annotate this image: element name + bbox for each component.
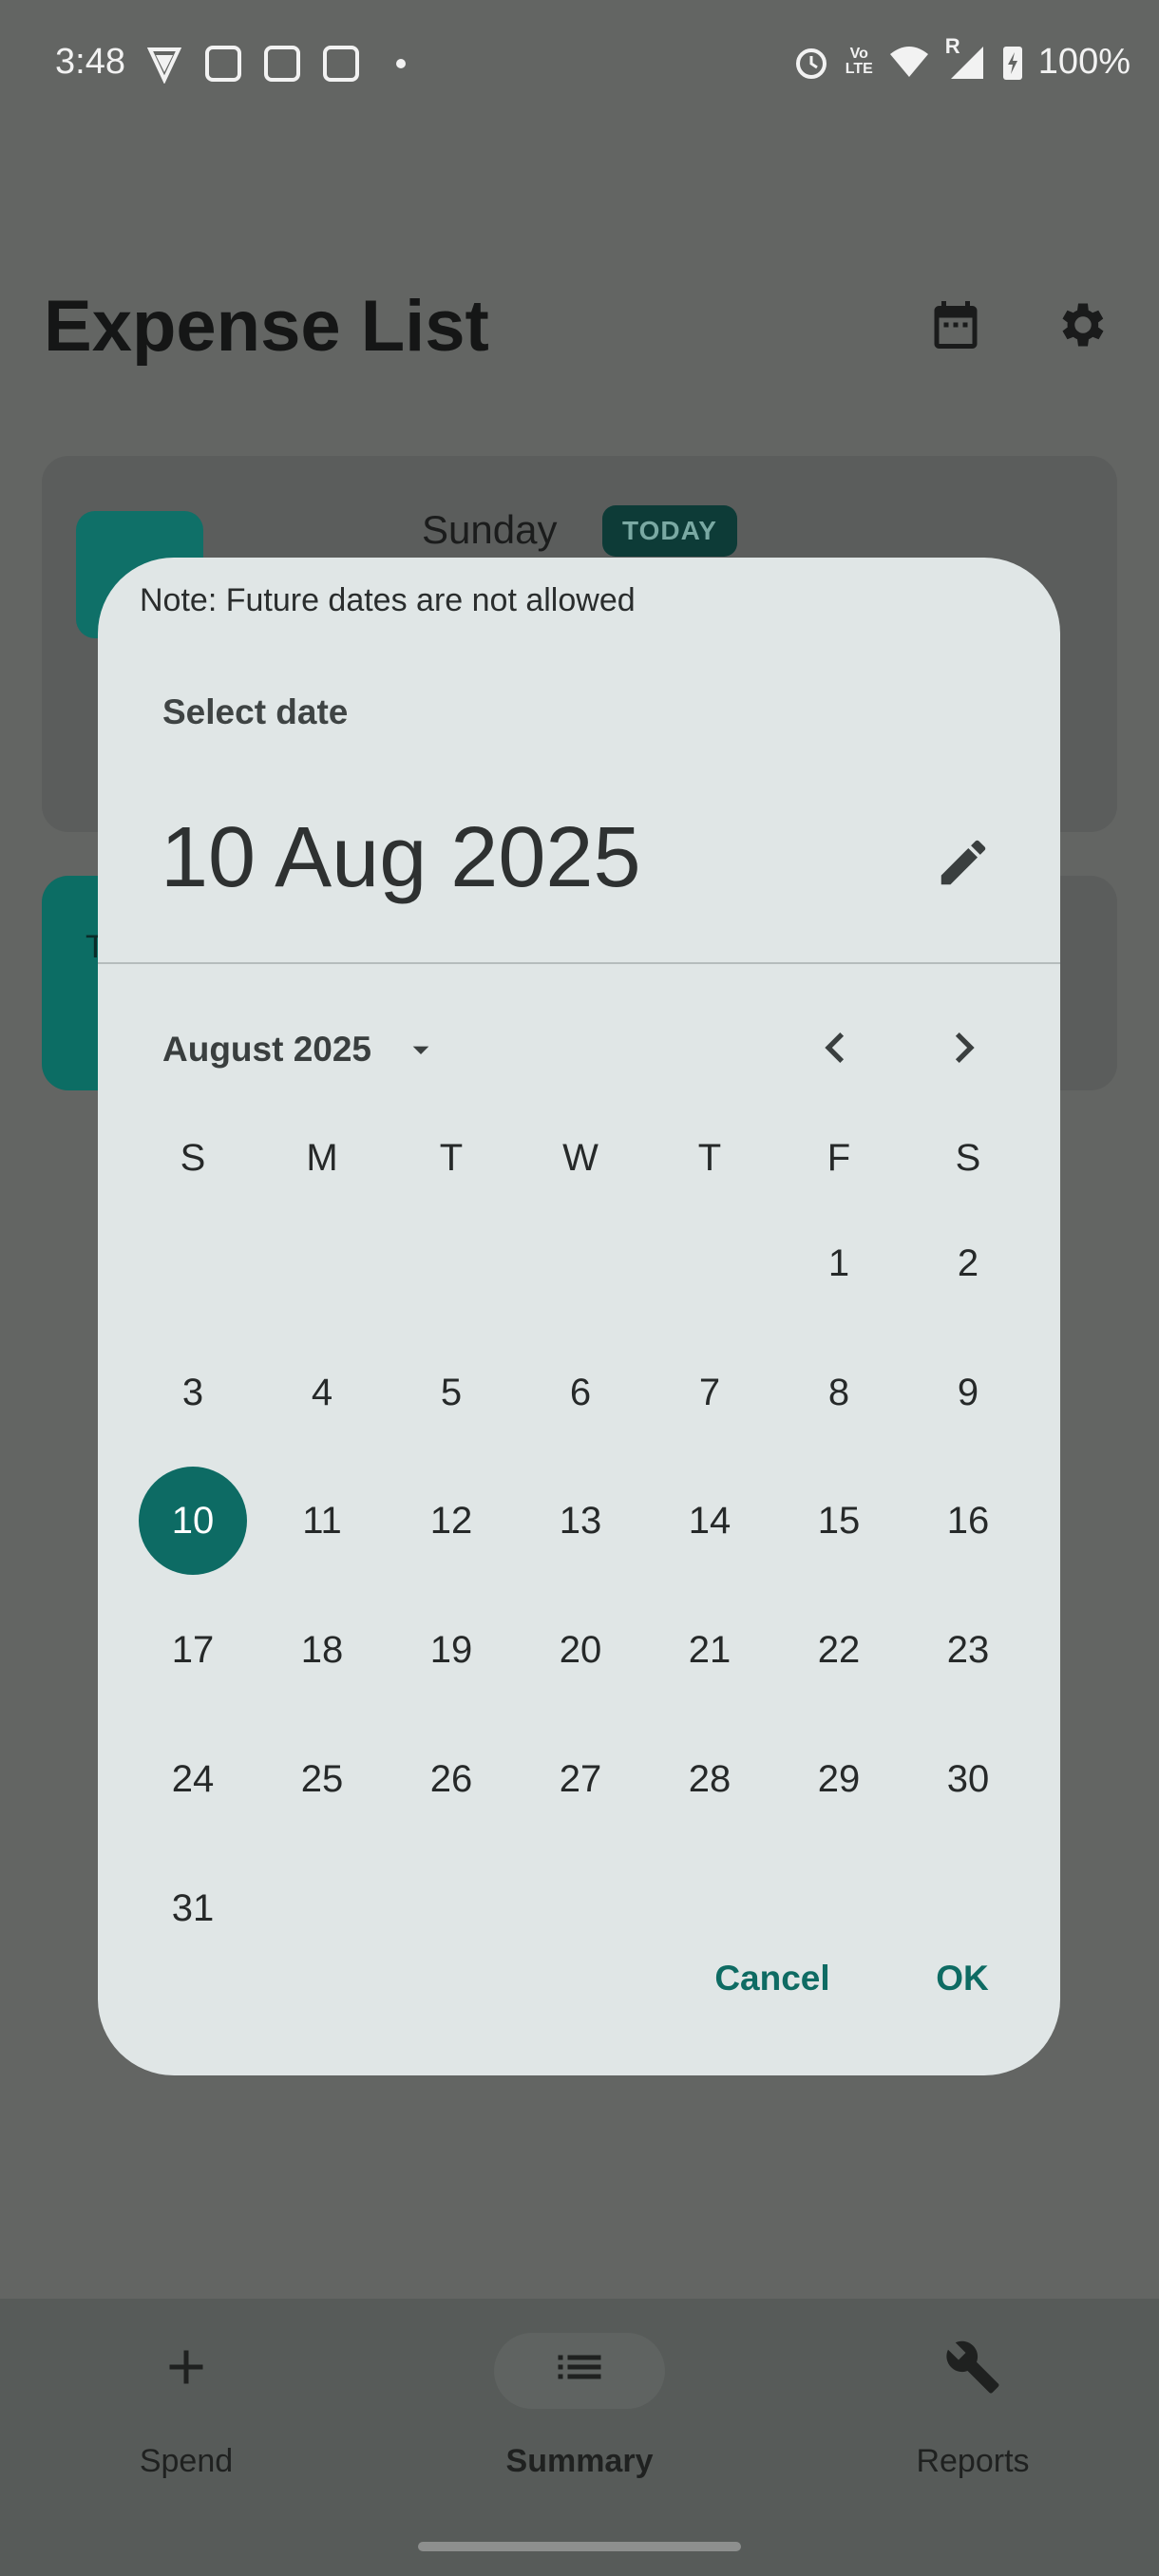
calendar-day[interactable]: 17 <box>139 1596 247 1704</box>
status-bar: 3:48 Vo LTE R 100% <box>0 0 1159 129</box>
calculator-notification-icon <box>205 46 241 82</box>
calendar-day[interactable]: 18 <box>268 1596 376 1704</box>
ok-button[interactable]: OK <box>905 1941 1019 2017</box>
calendar-day-selected[interactable]: 10 <box>139 1467 247 1575</box>
calculator-notification-icon <box>323 46 359 82</box>
calendar-day[interactable]: 31 <box>139 1854 247 1962</box>
calendar-day[interactable]: 29 <box>785 1725 893 1833</box>
month-year-label: August 2025 <box>162 1030 372 1069</box>
nav-reports-label: Reports <box>916 2443 1030 2479</box>
wrench-icon <box>946 2340 999 2394</box>
weekday-label: S <box>955 1137 981 1179</box>
battery-percent: 100% <box>1037 41 1130 82</box>
previous-month-chevron-icon[interactable] <box>805 1017 865 1078</box>
calendar-day[interactable]: 13 <box>526 1467 635 1575</box>
calendar-day[interactable]: 3 <box>139 1338 247 1447</box>
edit-pencil-icon[interactable] <box>934 833 993 892</box>
nav-spend-label: Spend <box>139 2443 234 2479</box>
calendar-day[interactable]: 6 <box>526 1338 635 1447</box>
gesture-bar[interactable] <box>418 2542 741 2551</box>
day-name: Sunday <box>422 507 558 552</box>
calendar-day[interactable]: 12 <box>397 1467 505 1575</box>
calendar-day[interactable]: 14 <box>656 1467 764 1575</box>
calendar-day[interactable]: 22 <box>785 1596 893 1704</box>
alarm-icon <box>795 48 826 79</box>
wifi-icon <box>889 47 928 77</box>
plus-icon <box>169 2350 203 2384</box>
weekday-label: T <box>697 1137 722 1179</box>
status-time: 3:48 <box>55 42 125 82</box>
dialog-divider <box>98 962 1060 964</box>
calendar-day[interactable]: 30 <box>914 1725 1022 1833</box>
calendar-day[interactable]: 28 <box>656 1725 764 1833</box>
calendar-day[interactable]: 19 <box>397 1596 505 1704</box>
weekday-label: F <box>826 1137 851 1179</box>
weekday-label: T <box>439 1137 464 1179</box>
calendar-day[interactable]: 5 <box>397 1338 505 1447</box>
calendar-day[interactable]: 24 <box>139 1725 247 1833</box>
calendar-day[interactable]: 15 <box>785 1467 893 1575</box>
date-picker-dialog: Note: Future dates are not allowed Selec… <box>98 558 1060 2075</box>
calendar-day[interactable]: 27 <box>526 1725 635 1833</box>
vpn-shield-icon <box>146 47 182 84</box>
future-dates-note: Note: Future dates are not allowed <box>140 582 636 618</box>
nav-reports[interactable]: Reports <box>830 2299 1115 2546</box>
calendar-day[interactable]: 8 <box>785 1338 893 1447</box>
weekday-label: M <box>306 1137 338 1179</box>
calendar-day[interactable]: 1 <box>785 1209 893 1317</box>
nav-spend[interactable]: Spend <box>44 2299 329 2546</box>
nav-summary[interactable]: Summary <box>437 2299 722 2546</box>
roaming-indicator: R <box>944 34 960 58</box>
calendar-day[interactable]: 7 <box>656 1338 764 1447</box>
gear-icon[interactable] <box>1054 296 1112 353</box>
calendar-day[interactable]: 16 <box>914 1467 1022 1575</box>
next-month-chevron-icon[interactable] <box>934 1017 995 1078</box>
list-icon <box>558 2355 601 2379</box>
month-year-selector[interactable]: August 2025 <box>162 1021 440 1078</box>
page-title: Expense List <box>44 286 489 367</box>
nav-summary-label: Summary <box>505 2443 654 2479</box>
calculator-notification-icon <box>264 46 300 82</box>
dialog-header: Select date <box>162 692 349 731</box>
calendar-day[interactable]: 11 <box>268 1467 376 1575</box>
calendar-day[interactable]: 4 <box>268 1338 376 1447</box>
more-notifications-dot <box>396 59 406 68</box>
calendar-day[interactable]: 20 <box>526 1596 635 1704</box>
battery-charging-icon <box>1002 47 1022 80</box>
weekday-label: W <box>562 1137 598 1179</box>
today-badge: TODAY <box>602 505 737 557</box>
selected-date-display: 10 Aug 2025 <box>161 810 641 905</box>
calendar-day[interactable]: 26 <box>397 1725 505 1833</box>
calendar-icon[interactable] <box>927 296 984 353</box>
calendar-day[interactable]: 9 <box>914 1338 1022 1447</box>
volte-indicator: Vo LTE <box>845 46 873 77</box>
calendar-day[interactable]: 2 <box>914 1209 1022 1317</box>
weekday-label: S <box>180 1137 206 1179</box>
cancel-button[interactable]: Cancel <box>687 1941 858 2017</box>
calendar-day[interactable]: 21 <box>656 1596 764 1704</box>
calendar-day[interactable]: 25 <box>268 1725 376 1833</box>
calendar-day[interactable]: 23 <box>914 1596 1022 1704</box>
dropdown-arrow-icon <box>412 1046 429 1054</box>
